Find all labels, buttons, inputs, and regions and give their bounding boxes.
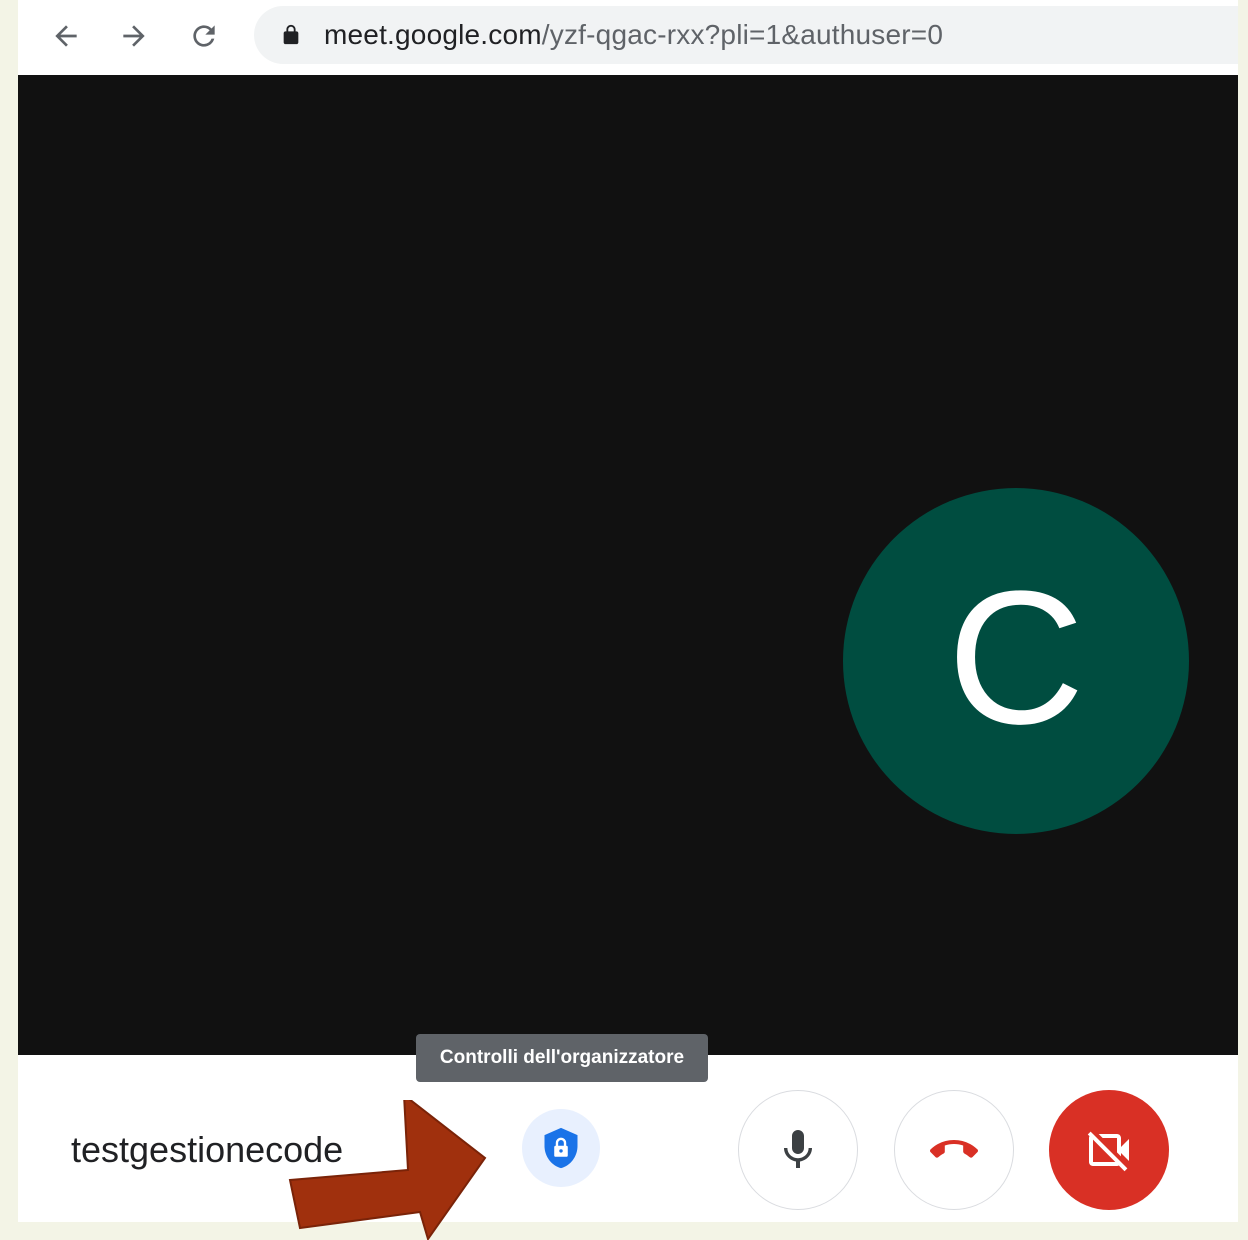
camera-off-button[interactable]	[1049, 1090, 1169, 1210]
address-bar[interactable]: meet.google.com/yzf-qgac-rxx?pli=1&authu…	[254, 6, 1238, 64]
url-text[interactable]: meet.google.com/yzf-qgac-rxx?pli=1&authu…	[324, 19, 943, 51]
meeting-stage: C	[18, 75, 1238, 1055]
hangup-button[interactable]	[894, 1090, 1014, 1210]
back-button[interactable]	[42, 12, 90, 60]
annotation-arrow	[288, 1100, 487, 1240]
url-path: /yzf-qgac-rxx?pli=1&authuser=0	[541, 19, 944, 50]
microphone-icon	[784, 1130, 812, 1168]
arrow-left-icon	[55, 25, 77, 47]
phone-hangup-icon	[930, 1140, 978, 1158]
forward-button[interactable]	[110, 12, 158, 60]
arrow-right-icon	[123, 25, 145, 47]
reload-button[interactable]	[180, 12, 228, 60]
reload-icon	[193, 25, 215, 47]
browser-window: meet.google.com/yzf-qgac-rxx?pli=1&authu…	[18, 0, 1238, 1222]
meeting-controls-bar: testgestionecode Controlli dell'organizz…	[18, 1034, 1238, 1222]
camera-off-icon	[1087, 1131, 1129, 1172]
browser-toolbar: meet.google.com/yzf-qgac-rxx?pli=1&authu…	[18, 0, 1238, 75]
participant-avatar: C	[843, 488, 1189, 834]
shield-lock-icon	[544, 1127, 578, 1169]
microphone-button[interactable]	[738, 1090, 858, 1210]
lock-icon[interactable]	[280, 24, 302, 46]
host-controls-tooltip: Controlli dell'organizzatore	[416, 1034, 708, 1082]
host-controls-button[interactable]	[522, 1109, 600, 1187]
url-host: meet.google.com	[324, 19, 542, 50]
participant-initial: C	[947, 552, 1085, 764]
